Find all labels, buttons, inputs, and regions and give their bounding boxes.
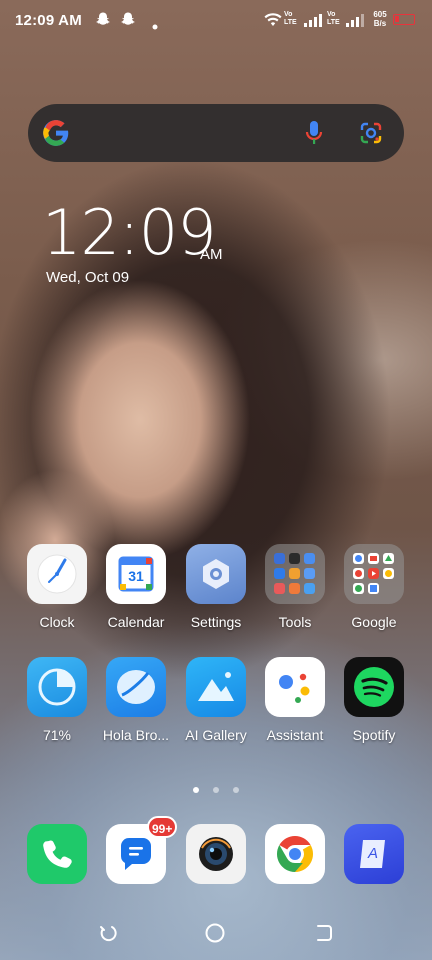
google-search-bar[interactable] — [28, 104, 404, 162]
phone-icon — [27, 824, 87, 884]
settings-icon — [186, 544, 246, 604]
gallery-icon — [186, 657, 246, 717]
notes-letter: A — [367, 845, 378, 862]
status-time: 12:09 AM — [15, 12, 82, 29]
app-settings[interactable]: Settings — [176, 544, 256, 630]
home-icon[interactable] — [204, 922, 226, 949]
snapchat-ghost-icon — [120, 11, 136, 32]
folder-icon — [344, 544, 404, 604]
status-bar: 12:09 AM Vo LTE Vo LTE 605 B/s — [0, 0, 432, 44]
app-label: Settings — [190, 614, 242, 630]
page-dot[interactable] — [213, 787, 219, 793]
volte-icon: Vo LTE — [284, 11, 297, 26]
clock-widget-ampm: AM — [200, 246, 223, 263]
app-label: Hola Bro... — [102, 727, 170, 743]
app-label: Tools — [278, 614, 312, 630]
microphone-icon[interactable] — [304, 120, 324, 151]
app-label: AI Gallery — [185, 727, 247, 743]
back-icon[interactable] — [97, 922, 119, 949]
app-folder-tools[interactable]: Tools — [255, 544, 335, 630]
net-speed-value: 605 — [373, 10, 387, 19]
calendar-day: 31 — [128, 568, 144, 584]
google-g-icon — [42, 119, 70, 152]
notes-icon: A — [344, 824, 404, 884]
recents-icon[interactable] — [313, 922, 335, 949]
net-speed-unit: B/s — [373, 19, 387, 28]
volte-icon: Vo LTE — [327, 11, 340, 26]
page-dot-active[interactable] — [193, 787, 199, 793]
app-calendar[interactable]: 31 Calendar — [96, 544, 176, 630]
dock-phone[interactable] — [17, 824, 97, 884]
app-folder-google[interactable]: Google — [334, 544, 414, 630]
signal-icon — [346, 13, 364, 32]
page-dot[interactable] — [233, 787, 239, 793]
notification-dot-icon — [152, 17, 158, 35]
snapchat-ghost-icon — [95, 11, 111, 32]
app-spotify[interactable]: Spotify — [334, 657, 414, 743]
google-lens-icon[interactable] — [359, 121, 383, 150]
calendar-icon: 31 — [106, 544, 166, 604]
net-speed: 605 B/s — [369, 10, 391, 28]
app-label: Calendar — [107, 614, 165, 630]
app-hola-browser[interactable]: Hola Bro... — [96, 657, 176, 743]
app-label: Spotify — [352, 727, 396, 743]
app-phone-master[interactable]: 71% — [17, 657, 97, 743]
browser-icon — [106, 657, 166, 717]
app-assistant[interactable]: Assistant — [255, 657, 335, 743]
app-label: Assistant — [266, 727, 324, 743]
signal-icon — [304, 13, 322, 32]
clock-widget-date[interactable]: Wed, Oct 09 — [46, 269, 129, 286]
phone-master-icon — [27, 657, 87, 717]
unread-badge: 99+ — [147, 816, 178, 838]
navigation-bar — [0, 910, 432, 960]
clock-widget-time[interactable]: 12:09 — [42, 198, 217, 268]
app-clock[interactable]: Clock — [17, 544, 97, 630]
camera-icon — [186, 824, 246, 884]
assistant-icon — [265, 657, 325, 717]
app-ai-gallery[interactable]: AI Gallery — [176, 657, 256, 743]
clock-icon — [27, 544, 87, 604]
chrome-icon — [265, 824, 325, 884]
battery-icon — [393, 14, 415, 25]
spotify-icon — [344, 657, 404, 717]
app-label: Clock — [39, 614, 75, 630]
folder-icon — [265, 544, 325, 604]
page-indicator — [0, 780, 432, 798]
wifi-icon — [264, 13, 282, 32]
dock-camera[interactable] — [176, 824, 256, 884]
dock-chrome[interactable] — [255, 824, 335, 884]
app-label: 71% — [42, 727, 72, 743]
dock-notes[interactable]: A — [334, 824, 414, 884]
app-label: Google — [351, 614, 397, 630]
